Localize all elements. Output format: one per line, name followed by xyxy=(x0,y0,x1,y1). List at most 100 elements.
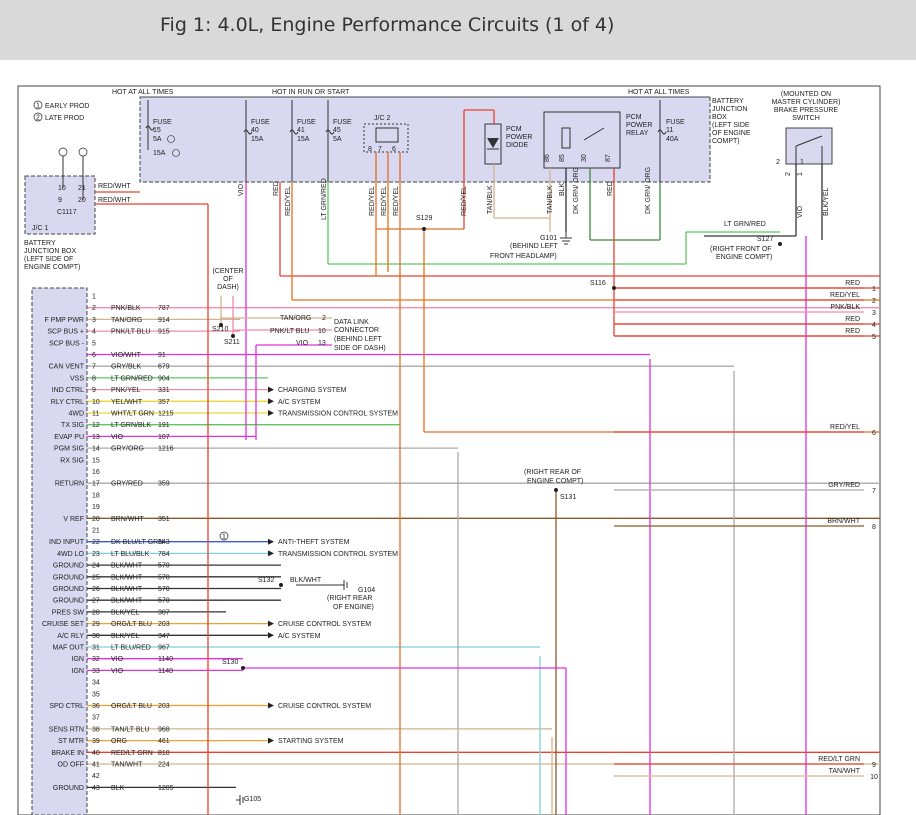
pin-name-31: MAF OUT xyxy=(53,645,85,652)
pin-circuit-25: 570 xyxy=(158,574,170,581)
vertical-wire-label-8: TAN/BLK xyxy=(487,185,494,214)
pin-number-23: 23 xyxy=(92,551,100,558)
right-wire-label-5: RED xyxy=(845,328,860,335)
pin-number-8: 8 xyxy=(92,375,96,382)
pin-wire-color-20: BRN/WHT xyxy=(111,516,144,523)
system-cruise2: CRUISE CONTROL SYSTEM xyxy=(278,703,371,710)
vertical-wire-label-14: 2 xyxy=(785,172,792,176)
svg-text:SIDE OF DASH): SIDE OF DASH) xyxy=(334,345,386,352)
pin-name-22: IND INPUT xyxy=(49,539,85,546)
svg-text:PCM: PCM xyxy=(626,114,642,121)
pin-name-17: RETURN xyxy=(55,481,84,488)
pin-number-7: 7 xyxy=(92,364,96,371)
pin-number-39: 39 xyxy=(92,738,100,745)
arrow-cruise2 xyxy=(268,702,274,709)
svg-text:DASH): DASH) xyxy=(217,284,239,291)
svg-text:SWITCH: SWITCH xyxy=(792,115,820,122)
arrow-antitheft xyxy=(268,538,274,545)
legend-early-prod: EARLY PROD xyxy=(45,103,89,110)
splice-s210: S210 xyxy=(212,326,228,333)
pin-name-3: F PMP PWR xyxy=(44,317,84,324)
pin-wire-color-8: LT GRN/RED xyxy=(111,375,153,382)
svg-text:PNK/LT BLU: PNK/LT BLU xyxy=(270,328,309,335)
pin-name-8: VSS xyxy=(70,375,84,382)
pin-number-3: 3 xyxy=(92,317,96,324)
splice-s211: S211 xyxy=(224,339,240,346)
pin-circuit-38: 968 xyxy=(158,726,170,733)
svg-text:BLK/WHT: BLK/WHT xyxy=(290,577,322,584)
svg-text:5A: 5A xyxy=(333,136,342,143)
pin-wire-color-3: TAN/ORG xyxy=(111,317,142,324)
pin-name-15: RX SIG xyxy=(60,457,84,464)
right-wire-number-3: 3 xyxy=(872,310,876,317)
svg-text:21: 21 xyxy=(78,185,86,192)
pin-circuit-8: 904 xyxy=(158,375,170,382)
vertical-wire-label-15: 1 xyxy=(797,172,804,176)
pin-name-26: GROUND xyxy=(53,586,84,593)
splice-s129: S129 xyxy=(416,215,432,222)
pin-wire-color-17: GRY/RED xyxy=(111,481,143,488)
pin-circuit-23: 784 xyxy=(158,551,170,558)
svg-text:LT GRN/RED: LT GRN/RED xyxy=(724,221,766,228)
pin-name-25: GROUND xyxy=(53,574,84,581)
pin-number-9: 9 xyxy=(92,387,96,394)
pin-name-30: A/C RLY xyxy=(57,633,84,640)
pin-circuit-32: 1140 xyxy=(158,656,173,663)
svg-text:OF ENGINE: OF ENGINE xyxy=(712,130,751,137)
pin-circuit-24: 570 xyxy=(158,563,170,570)
pin-name-13: EVAP PU xyxy=(54,434,84,441)
legend: 1 EARLY PROD 2 LATE PROD xyxy=(33,100,89,122)
pin-name-38: SENS RTN xyxy=(49,726,84,733)
svg-text:BATTERY: BATTERY xyxy=(24,240,56,247)
pin-name-5: SCP BUS - xyxy=(49,340,85,347)
pin-name-10: RLY CTRL xyxy=(51,399,84,406)
vertical-wire-label-2: RED/YEL xyxy=(285,186,292,216)
system-ac1: A/C SYSTEM xyxy=(278,399,321,406)
system-references: CHARGING SYSTEM A/C SYSTEM TRANSMISSION CO… xyxy=(268,386,398,745)
pin-circuit-10: 357 xyxy=(158,399,170,406)
wire-layer xyxy=(87,109,880,815)
pin-circuit-4: 915 xyxy=(158,329,170,336)
pin-number-14: 14 xyxy=(92,446,100,453)
svg-text:OF: OF xyxy=(223,276,233,283)
ground-g104: G104 xyxy=(358,587,375,594)
ground-g105: G105 xyxy=(244,796,261,803)
vertical-wire-label-16: BLK/YEL xyxy=(823,187,830,216)
svg-text:(MOUNTED ON: (MOUNTED ON xyxy=(781,91,831,98)
right-wire-number-2: 2 xyxy=(872,298,876,305)
pin-name-24: GROUND xyxy=(53,563,84,570)
right-wire-number-8: 8 xyxy=(872,524,876,531)
svg-text:JUNCTION: JUNCTION xyxy=(712,106,747,113)
pin-number-22: 22 xyxy=(92,539,100,546)
svg-text:9: 9 xyxy=(58,197,62,204)
system-trans2: TRANSMISSION CONTROL SYSTEM xyxy=(278,551,398,558)
pin-circuit-30: 347 xyxy=(158,633,170,640)
right-wire-number-10: 10 xyxy=(870,774,878,781)
system-ac2: A/C SYSTEM xyxy=(278,633,321,640)
pin-name-28: PRES SW xyxy=(52,609,85,616)
svg-text:40: 40 xyxy=(251,127,259,134)
svg-text:(LEFT SIDE: (LEFT SIDE xyxy=(712,122,750,129)
right-wire-label-1: RED xyxy=(845,280,860,287)
vertical-wire-label-6: RED/YEL xyxy=(393,186,400,216)
pin-circuit-13: 107 xyxy=(158,434,170,441)
pin-wire-color-13: VIO xyxy=(111,434,124,441)
svg-text:1: 1 xyxy=(222,534,226,541)
svg-text:(LEFT SIDE OF: (LEFT SIDE OF xyxy=(24,256,73,263)
svg-text:FUSE: FUSE xyxy=(297,119,316,126)
svg-text:C1117: C1117 xyxy=(57,209,77,216)
right-wire-label-7: GRY/RED xyxy=(828,482,860,489)
svg-text:10: 10 xyxy=(318,328,326,335)
svg-text:11: 11 xyxy=(666,127,673,134)
pin-number-4: 4 xyxy=(92,329,96,336)
vertical-wire-label-7: RED/YEL xyxy=(461,186,468,216)
svg-text:41: 41 xyxy=(297,127,305,134)
pin-number-15: 15 xyxy=(92,457,100,464)
svg-text:15A: 15A xyxy=(297,136,310,143)
pin-number-6: 6 xyxy=(92,352,96,359)
pin-number-30: 30 xyxy=(92,633,100,640)
battery-junction-box-panel xyxy=(139,96,711,183)
pin-circuit-43: 1205 xyxy=(158,785,174,792)
svg-text:85: 85 xyxy=(559,154,566,162)
pin-number-36: 36 xyxy=(92,703,100,710)
